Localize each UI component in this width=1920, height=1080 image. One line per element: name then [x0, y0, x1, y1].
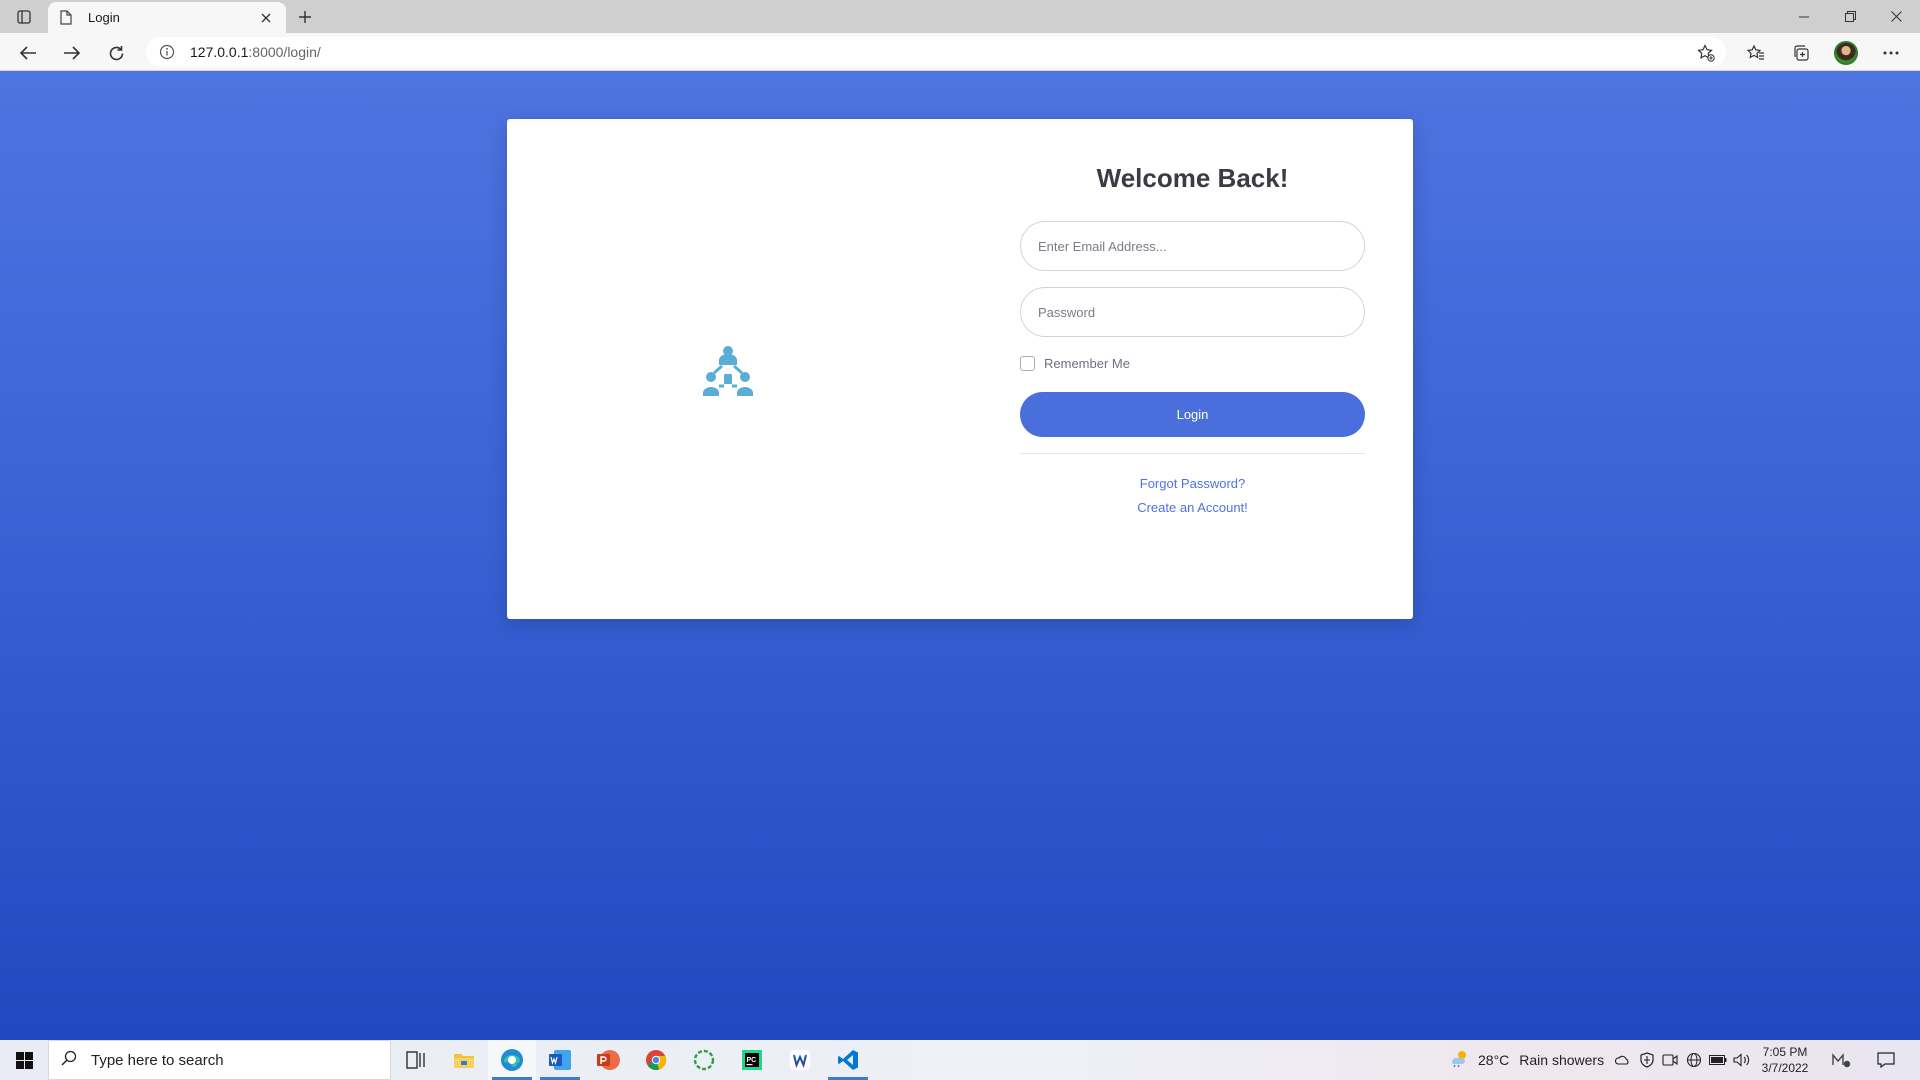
word-icon[interactable] [536, 1040, 584, 1080]
url-text[interactable]: 127.0.0.1:8000/login/ [190, 44, 321, 60]
browser-tab-bar: Login [0, 0, 1920, 33]
remember-me[interactable]: Remember Me [1020, 356, 1130, 371]
taskbar-clock[interactable]: 7:05 PM 3/7/2022 [1752, 1044, 1818, 1076]
clock-date: 3/7/2022 [1761, 1061, 1809, 1075]
forgot-password-link[interactable]: Forgot Password? [1020, 476, 1365, 491]
page-icon [58, 10, 74, 26]
weather-widget[interactable]: 28°C Rain showers [1448, 1040, 1604, 1080]
task-view-icon[interactable] [392, 1040, 440, 1080]
page-title: Welcome Back! [1096, 163, 1289, 193]
battery-icon[interactable] [1708, 1050, 1728, 1070]
forward-arrow-icon[interactable] [57, 38, 87, 68]
close-icon[interactable] [256, 8, 276, 28]
volume-icon[interactable] [1732, 1050, 1752, 1070]
file-explorer-icon[interactable] [440, 1040, 488, 1080]
password-field[interactable] [1020, 287, 1365, 337]
favorites-icon[interactable] [1741, 38, 1771, 68]
windows-start-icon[interactable] [0, 1040, 48, 1080]
minimize-icon[interactable] [1781, 0, 1827, 33]
notification-icon[interactable] [1876, 1050, 1896, 1070]
powerpoint-icon[interactable] [584, 1040, 632, 1080]
shield-icon[interactable] [1637, 1050, 1657, 1070]
collections-icon[interactable] [1786, 38, 1816, 68]
refresh-icon[interactable] [101, 38, 131, 68]
tab-title: Login [88, 10, 120, 25]
language-icon[interactable] [1684, 1050, 1704, 1070]
url-path: :8000/login/ [248, 44, 321, 60]
back-arrow-icon[interactable] [13, 38, 43, 68]
vscode-icon[interactable] [824, 1040, 872, 1080]
browser-tab-login[interactable]: Login [48, 2, 286, 33]
search-icon [61, 1050, 77, 1071]
taskbar-search[interactable]: Type here to search [48, 1040, 391, 1080]
more-icon[interactable] [1876, 38, 1906, 68]
team-network-icon [702, 344, 754, 396]
url-host: 127.0.0.1 [190, 44, 249, 60]
app-icon[interactable] [776, 1040, 824, 1080]
pycharm-icon[interactable]: PC [728, 1040, 776, 1080]
divider [1020, 453, 1365, 454]
page-background: Welcome Back! Remember Me Login Forgot P… [0, 71, 1920, 1040]
star-plus-icon[interactable] [1696, 43, 1716, 63]
svg-text:PC: PC [747, 1057, 757, 1064]
weather-condition: Rain showers [1519, 1052, 1605, 1068]
close-icon[interactable] [1873, 0, 1919, 33]
meet-now-icon[interactable] [1832, 1050, 1852, 1070]
browser-toolbar: 127.0.0.1:8000/login/ [0, 33, 1920, 71]
login-button[interactable]: Login [1020, 392, 1365, 437]
profile-button[interactable] [1831, 38, 1861, 68]
weather-temp: 28°C [1478, 1052, 1510, 1068]
chrome-icon[interactable] [632, 1040, 680, 1080]
address-bar[interactable]: 127.0.0.1:8000/login/ [146, 37, 1726, 67]
info-icon[interactable] [158, 43, 176, 61]
refresh-app-icon[interactable] [680, 1040, 728, 1080]
weather-icon [1448, 1048, 1470, 1073]
taskbar: Type here to search PC 28°C Rain showers [0, 1040, 1920, 1080]
login-card: Welcome Back! Remember Me Login Forgot P… [507, 119, 1413, 619]
search-placeholder: Type here to search [91, 1051, 224, 1069]
clock-time: 7:05 PM [1762, 1045, 1808, 1059]
avatar [1834, 41, 1858, 65]
remember-me-checkbox[interactable] [1020, 356, 1035, 371]
email-field[interactable] [1020, 221, 1365, 271]
edge-icon[interactable] [488, 1040, 536, 1080]
create-account-link[interactable]: Create an Account! [1020, 500, 1365, 515]
remember-me-label[interactable]: Remember Me [1044, 356, 1130, 371]
plus-icon[interactable] [292, 4, 318, 30]
meet-icon[interactable] [1660, 1050, 1680, 1070]
restore-icon[interactable] [1827, 0, 1873, 33]
tab-actions-icon[interactable] [10, 5, 38, 29]
onedrive-icon[interactable] [1612, 1050, 1632, 1070]
